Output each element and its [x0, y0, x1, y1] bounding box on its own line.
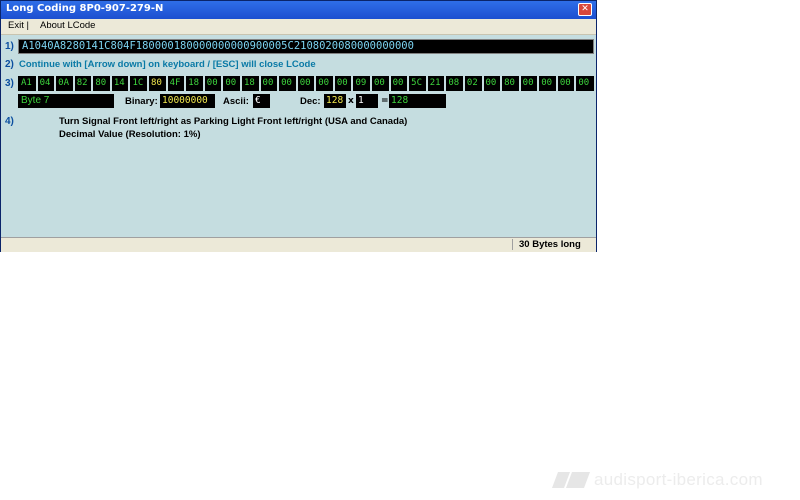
byte-grid: A1 04 0A 82 80 14 1C 80 4F 18 00 00 18 00 00 00 00 00 09 00…: [18, 76, 594, 91]
byte-separator: [500, 76, 503, 91]
byte-cell[interactable]: 18: [188, 76, 199, 91]
byte-cell[interactable]: A1: [21, 76, 32, 91]
byte-separator: [184, 76, 187, 91]
byte-separator: [518, 76, 521, 91]
byte-separator: [444, 76, 447, 91]
step-1-label: 1): [5, 41, 14, 52]
byte-cell[interactable]: 82: [77, 76, 88, 91]
ascii-value-field[interactable]: €: [253, 94, 270, 108]
byte-separator: [295, 76, 298, 91]
status-bar: 30 Bytes long: [1, 237, 596, 252]
byte-separator: [109, 76, 112, 91]
long-coding-window: Long Coding 8P0-907-279-N ✕ Exit | About…: [0, 0, 597, 252]
byte-separator: [277, 76, 280, 91]
menu-exit[interactable]: Exit |: [8, 20, 29, 31]
window-title: Long Coding 8P0-907-279-N: [6, 3, 164, 14]
dec-label: Dec:: [300, 96, 321, 107]
byte-separator: [462, 76, 465, 91]
byte-cell[interactable]: 21: [430, 76, 441, 91]
byte-cell[interactable]: 00: [263, 76, 274, 91]
byte-separator: [351, 76, 354, 91]
byte-separator: [221, 76, 224, 91]
byte-cell[interactable]: 00: [207, 76, 218, 91]
multiply-sign: x: [348, 96, 354, 106]
menu-bar: Exit | About LCode: [1, 19, 596, 35]
coding-string-field[interactable]: A1040A8280141C804F1800001800000000009000…: [18, 39, 594, 54]
byte-separator: [147, 76, 150, 91]
byte-separator: [239, 76, 242, 91]
multiplier-field[interactable]: 1: [356, 94, 378, 108]
byte-separator: [314, 76, 317, 91]
byte-separator: [128, 76, 131, 91]
ascii-label: Ascii:: [223, 96, 249, 107]
byte-separator: [574, 76, 577, 91]
byte-separator: [537, 76, 540, 91]
byte-cell[interactable]: 18: [244, 76, 255, 91]
byte-separator: [555, 76, 558, 91]
byte-cell[interactable]: 14: [114, 76, 125, 91]
byte-cell[interactable]: 04: [40, 76, 51, 91]
menu-about-lcode[interactable]: About LCode: [40, 20, 95, 31]
watermark: audisport-iberica.com: [552, 468, 792, 492]
byte-cell[interactable]: 80: [95, 76, 106, 91]
instruction-hint: Continue with [Arrow down] on keyboard /…: [19, 59, 316, 70]
byte-cell[interactable]: 00: [486, 76, 497, 91]
byte-separator: [35, 76, 38, 91]
close-button[interactable]: ✕: [578, 3, 592, 16]
byte-separator: [202, 76, 205, 91]
byte-cell[interactable]: 5C: [411, 76, 422, 91]
title-bar: Long Coding 8P0-907-279-N ✕: [1, 1, 596, 19]
byte-separator: [425, 76, 428, 91]
byte-cell[interactable]: 08: [448, 76, 459, 91]
byte-separator: [91, 76, 94, 91]
status-byte-count: 30 Bytes long: [512, 239, 592, 250]
byte-cell[interactable]: 00: [281, 76, 292, 91]
binary-label: Binary:: [125, 96, 158, 107]
byte-separator: [370, 76, 373, 91]
byte-cell[interactable]: 00: [523, 76, 534, 91]
binary-value-field[interactable]: 10000000: [160, 94, 215, 108]
byte-cell[interactable]: 0A: [58, 76, 69, 91]
description-line-2: Decimal Value (Resolution: 1%): [59, 129, 201, 140]
byte-separator: [54, 76, 57, 91]
byte-cell[interactable]: 4F: [170, 76, 181, 91]
step-2-label: 2): [5, 59, 14, 70]
byte-cell[interactable]: 00: [225, 76, 236, 91]
byte-cell[interactable]: 00: [393, 76, 404, 91]
equals-sign: =: [381, 96, 389, 106]
byte-cell[interactable]: 80: [504, 76, 515, 91]
byte-separator: [481, 76, 484, 91]
byte-separator: [332, 76, 335, 91]
step-3-label: 3): [5, 78, 14, 89]
byte-cell[interactable]: 00: [560, 76, 571, 91]
result-field: 128: [389, 94, 446, 108]
byte-separator: [72, 76, 75, 91]
byte-separator: [407, 76, 410, 91]
dec-value-field[interactable]: 128: [324, 94, 346, 108]
byte-cell[interactable]: 00: [578, 76, 589, 91]
byte-cell[interactable]: 09: [355, 76, 366, 91]
step-4-label: 4): [5, 116, 14, 127]
description-line-1: Turn Signal Front left/right as Parking …: [59, 116, 408, 127]
byte-separator: [258, 76, 261, 91]
byte-cell[interactable]: 00: [541, 76, 552, 91]
byte-cell[interactable]: 80: [151, 76, 162, 91]
byte-cell[interactable]: 00: [318, 76, 329, 91]
byte-cell[interactable]: 02: [467, 76, 478, 91]
audisport-logo-icon: [552, 472, 590, 488]
byte-separator: [165, 76, 168, 91]
byte-separator: [388, 76, 391, 91]
byte-cell[interactable]: 1C: [132, 76, 143, 91]
watermark-text: audisport-iberica.com: [594, 470, 763, 489]
byte-cell[interactable]: 00: [300, 76, 311, 91]
byte-cell[interactable]: 00: [374, 76, 385, 91]
byte-number-field: Byte 7: [18, 94, 114, 108]
byte-cell[interactable]: 00: [337, 76, 348, 91]
